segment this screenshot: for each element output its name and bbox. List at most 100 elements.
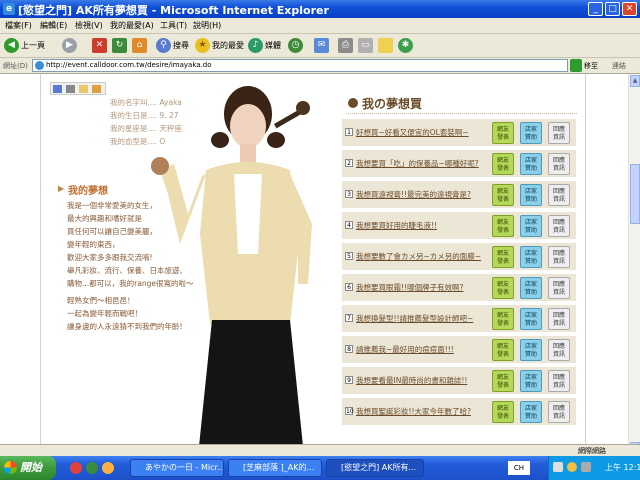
item-link[interactable]: 我想要看最IN最時尚的書和雜誌!! bbox=[356, 375, 467, 386]
sponsor-button[interactable]: 店家 贊助 bbox=[520, 308, 542, 330]
reply-button[interactable]: 回應 資訊 bbox=[548, 122, 570, 144]
menu-favorites[interactable]: 我的最愛(A) bbox=[110, 20, 154, 31]
home-icon: ⌂ bbox=[132, 38, 147, 53]
reply-button[interactable]: 回應 資訊 bbox=[548, 184, 570, 206]
quicklaunch-icon[interactable] bbox=[70, 462, 82, 474]
quicklaunch-icon[interactable] bbox=[102, 462, 114, 474]
menu-file[interactable]: 檔案(F) bbox=[5, 20, 32, 31]
discuss-button[interactable] bbox=[378, 37, 395, 55]
email-image-icon[interactable] bbox=[79, 85, 88, 93]
start-label: 開始 bbox=[20, 461, 42, 474]
search-label: 搜尋 bbox=[173, 41, 189, 50]
save-image-icon[interactable] bbox=[53, 85, 62, 93]
forward-button[interactable]: ▶ bbox=[62, 37, 79, 55]
task-item[interactable]: あやかの一日 - Micr... bbox=[130, 459, 224, 477]
favorites-label: 我的最愛 bbox=[212, 41, 244, 50]
print-image-icon[interactable] bbox=[66, 85, 75, 93]
list-item: 10 我想買聖誕彩妝!!大家今年數了哈? 網友 發表 店家 贊助 回應 資訊 bbox=[342, 397, 576, 425]
item-link[interactable]: 我想換髮型!!請推薦髮型設計師吧~ bbox=[356, 313, 473, 324]
reply-button[interactable]: 回應 資訊 bbox=[548, 308, 570, 330]
item-link[interactable]: 我想要買「吃」的保養品~哪種好呢? bbox=[356, 158, 479, 169]
sponsor-button[interactable]: 店家 贊助 bbox=[520, 215, 542, 237]
post-label-2: 發表 bbox=[496, 319, 509, 327]
reply-button[interactable]: 回應 資訊 bbox=[548, 215, 570, 237]
media-button[interactable]: ♪ 媒體 bbox=[248, 37, 281, 55]
address-input[interactable]: http://event.calldoor.com.tw/desire/imay… bbox=[32, 59, 568, 72]
edit-button[interactable]: ▭ bbox=[358, 37, 375, 55]
favorites-button[interactable]: ★ 我的最愛 bbox=[195, 37, 244, 55]
history-button[interactable]: ◷ bbox=[288, 37, 305, 55]
item-link[interactable]: 我想要數了會カメ另~カメ另的面膜~ bbox=[356, 251, 481, 262]
item-link[interactable]: 好想買~好看又便宜的OL套裝啊~ bbox=[356, 127, 469, 138]
home-button[interactable]: ⌂ bbox=[132, 37, 149, 55]
sponsor-label-2: 贊助 bbox=[524, 412, 537, 420]
tray-icon[interactable] bbox=[581, 462, 591, 472]
refresh-button[interactable]: ↻ bbox=[112, 37, 129, 55]
sponsor-button[interactable]: 店家 贊助 bbox=[520, 401, 542, 423]
clock[interactable]: 上午 12:13 bbox=[605, 456, 640, 480]
sponsor-button[interactable]: 店家 贊助 bbox=[520, 370, 542, 392]
post-button[interactable]: 網友 發表 bbox=[492, 153, 514, 175]
sponsor-button[interactable]: 店家 贊助 bbox=[520, 277, 542, 299]
sponsor-label-2: 贊助 bbox=[524, 164, 537, 172]
item-link[interactable]: 我想要買眼霜!!哪個牌子有效啊? bbox=[356, 282, 464, 293]
quicklaunch-icon[interactable] bbox=[86, 462, 98, 474]
links-label[interactable]: 連結 bbox=[612, 61, 626, 71]
dream-line: 輕熟女們～相邑邑！ bbox=[67, 296, 135, 305]
item-bullet: 5 bbox=[345, 252, 353, 260]
reply-label-2: 資訊 bbox=[552, 381, 565, 389]
reply-button[interactable]: 回應 資訊 bbox=[548, 339, 570, 361]
menu-help[interactable]: 說明(H) bbox=[193, 20, 221, 31]
post-button[interactable]: 網友 發表 bbox=[492, 370, 514, 392]
reply-button[interactable]: 回應 資訊 bbox=[548, 153, 570, 175]
reply-button[interactable]: 回應 資訊 bbox=[548, 401, 570, 423]
go-button[interactable]: 移至 bbox=[584, 61, 598, 71]
stop-button[interactable]: ✕ bbox=[92, 37, 109, 55]
sponsor-button[interactable]: 店家 贊助 bbox=[520, 339, 542, 361]
reply-button[interactable]: 回應 資訊 bbox=[548, 370, 570, 392]
reply-button[interactable]: 回應 資訊 bbox=[548, 246, 570, 268]
post-button[interactable]: 網友 發表 bbox=[492, 401, 514, 423]
maximize-button[interactable]: □ bbox=[605, 2, 620, 16]
sponsor-label-1: 店家 bbox=[524, 250, 537, 257]
vertical-scrollbar[interactable]: ▲ ▼ bbox=[628, 74, 640, 456]
sponsor-button[interactable]: 店家 贊助 bbox=[520, 122, 542, 144]
reply-button[interactable]: 回應 資訊 bbox=[548, 277, 570, 299]
print-button[interactable]: ⎙ bbox=[338, 37, 355, 55]
menu-edit[interactable]: 編輯(E) bbox=[40, 20, 67, 31]
sponsor-button[interactable]: 店家 贊助 bbox=[520, 153, 542, 175]
search-button[interactable]: ⚲ 搜尋 bbox=[156, 37, 189, 55]
folder-image-icon[interactable] bbox=[92, 85, 101, 93]
dream-arrow-icon: ▶ bbox=[58, 184, 65, 193]
post-button[interactable]: 網友 發表 bbox=[492, 308, 514, 330]
language-indicator[interactable]: CH bbox=[508, 461, 530, 475]
item-link[interactable]: 我想要買好用的睫毛液!! bbox=[356, 220, 437, 231]
go-arrow-icon[interactable] bbox=[570, 59, 582, 72]
scroll-thumb[interactable] bbox=[630, 164, 640, 224]
item-link[interactable]: 我想買聖誕彩妝!!大家今年數了哈? bbox=[356, 406, 471, 417]
mail-button[interactable]: ✉ bbox=[314, 37, 331, 55]
task-item-active[interactable]: [慾望之門] AK所有... bbox=[326, 459, 424, 477]
close-button[interactable]: ✕ bbox=[622, 2, 637, 16]
item-link[interactable]: 我想買遠視膏!!最完美的遠視膏是? bbox=[356, 189, 471, 200]
task-item[interactable]: [芝麻部落 ]_AK的... bbox=[228, 459, 322, 477]
tray-icon[interactable] bbox=[567, 462, 577, 472]
menu-tools[interactable]: 工具(T) bbox=[160, 20, 187, 31]
tray-icon[interactable] bbox=[553, 462, 563, 472]
messenger-button[interactable]: ✱ bbox=[398, 37, 415, 55]
post-button[interactable]: 網友 發表 bbox=[492, 184, 514, 206]
back-button[interactable]: ◀ 上一頁 bbox=[4, 37, 45, 55]
post-button[interactable]: 網友 發表 bbox=[492, 246, 514, 268]
menu-view[interactable]: 檢視(V) bbox=[75, 20, 103, 31]
post-button[interactable]: 網友 發表 bbox=[492, 122, 514, 144]
minimize-button[interactable]: _ bbox=[588, 2, 603, 16]
image-toolbar bbox=[50, 82, 106, 95]
post-button[interactable]: 網友 發表 bbox=[492, 339, 514, 361]
post-button[interactable]: 網友 發表 bbox=[492, 277, 514, 299]
sponsor-button[interactable]: 店家 贊助 bbox=[520, 246, 542, 268]
item-link[interactable]: 請推薦我~最好用的痘痘面!!! bbox=[356, 344, 454, 355]
post-button[interactable]: 網友 發表 bbox=[492, 215, 514, 237]
sponsor-button[interactable]: 店家 贊助 bbox=[520, 184, 542, 206]
post-label-1: 網友 bbox=[496, 312, 509, 319]
scroll-up-icon[interactable]: ▲ bbox=[630, 75, 640, 87]
